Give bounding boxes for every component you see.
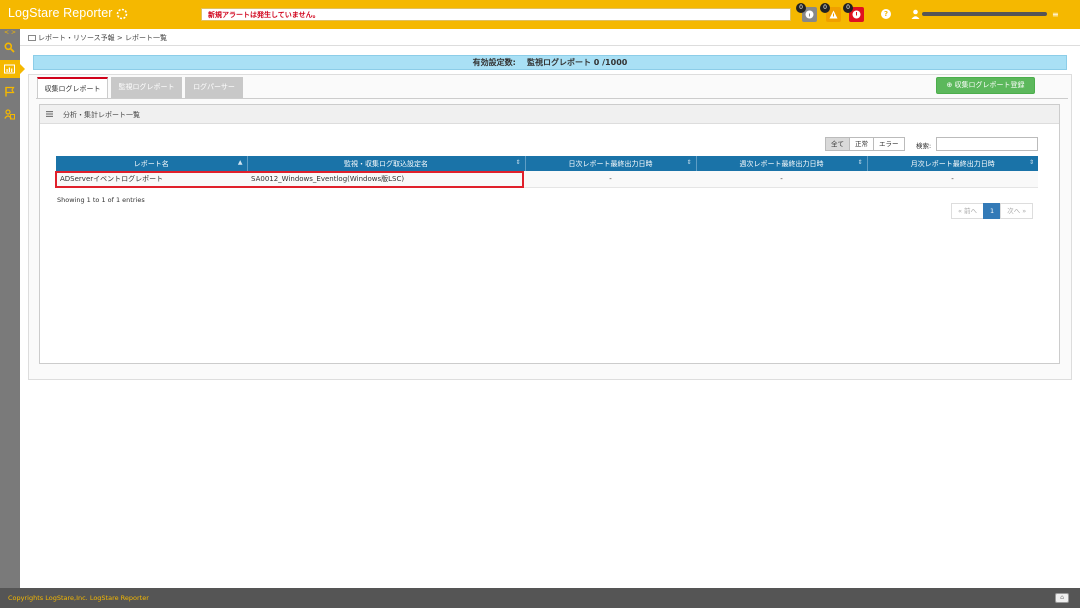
user-manage-icon <box>4 109 15 120</box>
app-brand[interactable]: LogStare Reporter <box>8 6 113 20</box>
table-header-row: レポート名 ▲ 監視・収集ログ取込設定名 ⇕ 日次レポート最終出力日時 ⇕ 週次レポー… <box>56 156 1038 171</box>
column-label: 監視・収集ログ取込設定名 <box>344 159 428 168</box>
table-icon <box>46 111 53 117</box>
sort-asc-icon: ▲ <box>237 159 243 166</box>
column-header-monthly[interactable]: 月次レポート最終出力日時 ⇕ <box>867 156 1038 171</box>
settings-summary: 有効設定数: 監視ログレポート 0 /1000 <box>33 55 1067 70</box>
warning-icon <box>829 10 838 19</box>
highlight-annotation <box>55 171 524 188</box>
status-filter: 全て 正常 エラー <box>825 137 905 151</box>
sidebar-toggle[interactable]: < > <box>0 29 20 37</box>
sidebar-item-flag[interactable] <box>0 82 20 100</box>
sidebar-item-search[interactable] <box>0 38 20 56</box>
user-icon <box>911 9 920 19</box>
cell-weekly: - <box>696 171 867 188</box>
tab-monitor-log-report[interactable]: 監視ログレポート <box>111 77 182 98</box>
user-account-name[interactable] <box>922 12 1047 16</box>
tab-collected-log-report[interactable]: 収集ログレポート <box>37 77 108 98</box>
pagination: « 前へ 1 次へ » <box>951 203 1034 219</box>
sort-icon: ⇕ <box>1028 159 1034 166</box>
column-label: 月次レポート最終出力日時 <box>910 159 995 168</box>
sort-icon: ⇕ <box>686 159 692 166</box>
search-icon <box>4 42 15 53</box>
tab-log-parser[interactable]: ログパーサー <box>185 77 243 98</box>
sort-icon: ⇕ <box>857 159 863 166</box>
sidebar-item-users[interactable] <box>0 105 20 123</box>
warning-badge: 0 <box>820 3 830 13</box>
flag-icon <box>5 86 15 97</box>
search-input[interactable] <box>936 137 1038 151</box>
alert-message-bar[interactable]: 新規アラートは発生していません。 <box>201 8 791 21</box>
sort-icon: ⇕ <box>515 159 521 166</box>
summary-label: 有効設定数: <box>472 58 516 67</box>
search-label: 検索: <box>916 142 932 150</box>
report-list-panel: 分析・集計レポート一覧 <box>39 104 1060 364</box>
top-header: LogStare Reporter 新規アラートは発生していません。 0 0 0… <box>0 0 1080 29</box>
spinner-icon <box>115 7 129 21</box>
column-label: 日次レポート最終出力日時 <box>568 159 653 168</box>
report-icon <box>4 64 15 74</box>
cell-daily: - <box>525 171 696 188</box>
page-1-button[interactable]: 1 <box>983 203 1002 219</box>
help-icon[interactable]: ? <box>881 9 891 19</box>
scroll-top-button[interactable]: ⌂ <box>1055 593 1069 603</box>
prev-page-button[interactable]: « 前へ <box>951 203 985 219</box>
chart-icon <box>28 35 36 41</box>
sidebar: < > <box>0 29 25 588</box>
sidebar-item-report[interactable] <box>0 60 25 78</box>
filter-normal-button[interactable]: 正常 <box>849 137 874 151</box>
summary-value: 監視ログレポート 0 /1000 <box>527 58 628 67</box>
column-label: レポート名 <box>133 159 169 168</box>
column-header-weekly[interactable]: 週次レポート最終出力日時 ⇕ <box>696 156 868 171</box>
divider <box>20 45 1080 46</box>
alert-message: 新規アラートは発生していません。 <box>208 11 320 19</box>
register-collected-log-report-button[interactable]: ⊕ 収集ログレポート登録 <box>936 77 1035 94</box>
next-page-button[interactable]: 次へ » <box>1000 203 1034 219</box>
breadcrumb: レポート・リソース予報 > レポート一覧 <box>28 33 167 43</box>
panel-title: 分析・集計レポート一覧 <box>63 111 140 119</box>
column-header-daily[interactable]: 日次レポート最終出力日時 ⇕ <box>525 156 697 171</box>
panel-heading: 分析・集計レポート一覧 <box>40 105 1059 124</box>
filter-error-button[interactable]: エラー <box>873 137 905 151</box>
info-icon <box>805 10 814 19</box>
footer: Copyrights LogStare,Inc. LogStare Report… <box>0 588 1080 608</box>
breadcrumb-path[interactable]: レポート・リソース予報 > レポート一覧 <box>38 34 167 42</box>
entries-info: Showing 1 to 1 of 1 entries <box>57 196 145 204</box>
tabs-baseline <box>36 98 1068 99</box>
column-header-report-name[interactable]: レポート名 ▲ <box>56 156 248 171</box>
filter-all-button[interactable]: 全て <box>825 137 850 151</box>
column-header-setting-name[interactable]: 監視・収集ログ取込設定名 ⇕ <box>247 156 526 171</box>
active-indicator <box>20 64 25 74</box>
error-icon <box>852 10 861 19</box>
error-badge: 0 <box>843 3 853 13</box>
column-label: 週次レポート最終出力日時 <box>739 159 824 168</box>
cell-monthly: - <box>867 171 1038 188</box>
user-menu-icon[interactable]: ≡ <box>1052 10 1059 19</box>
copyright: Copyrights LogStare,Inc. LogStare Report… <box>8 594 149 602</box>
info-badge: 0 <box>796 3 806 13</box>
